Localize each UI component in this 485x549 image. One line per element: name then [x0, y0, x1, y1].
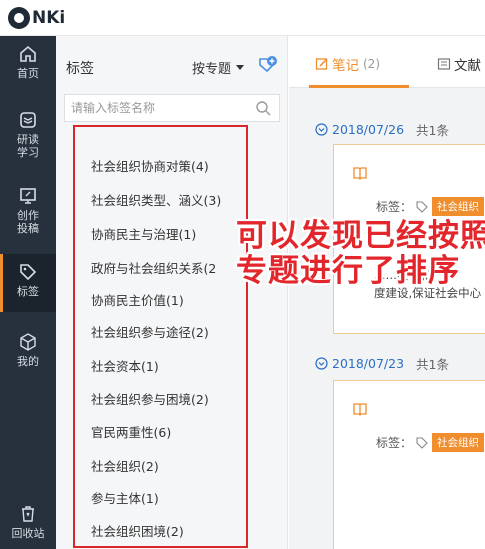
content-tabs: 笔记 (2) 文献: [289, 36, 485, 88]
date-count: 共1条: [416, 123, 449, 138]
nav-item-trash[interactable]: 回收站: [0, 504, 56, 548]
tag-list-item[interactable]: 政府与社会组织关系(2: [91, 258, 216, 277]
top-bar: NKi: [0, 0, 485, 36]
book-icon: [353, 167, 367, 180]
tag-list-item[interactable]: 社会资本(1): [91, 356, 159, 375]
date-label: 2018/07/23: [332, 356, 405, 371]
cnki-logo[interactable]: NKi: [8, 5, 65, 31]
tag-list-item[interactable]: 协商民主与治理(1): [91, 224, 196, 243]
nav-item-mine[interactable]: 我的: [0, 332, 56, 380]
note-edit-icon: [315, 58, 328, 70]
nav-label-create-1: 创作: [17, 209, 39, 222]
trash-icon: [22, 506, 34, 522]
tag-list-item[interactable]: 社会组织参与途径(2): [91, 322, 209, 341]
note-tag-chip[interactable]: 社会组织: [432, 433, 485, 452]
tag-list-item[interactable]: 官民两重性(6): [91, 422, 171, 441]
tag-list-item[interactable]: 协商民主价值(1): [91, 290, 184, 309]
monitor-icon: [20, 188, 36, 204]
nav-label-study-1: 研读: [17, 133, 39, 146]
annotation-text-line-2: 专题进行了排序: [236, 253, 460, 289]
search-icon[interactable]: [255, 100, 271, 116]
tag-icon: [20, 264, 37, 281]
tag-search-input[interactable]: [65, 95, 245, 121]
tag-list-item[interactable]: 社会组织参与困境(2): [91, 389, 209, 408]
note-card[interactable]: 标签： 社会组织: [333, 380, 485, 549]
nav-item-home[interactable]: 首页: [0, 44, 56, 94]
nav-label-mine: 我的: [17, 355, 39, 368]
date-label: 2018/07/26: [332, 122, 405, 137]
tag-list-item[interactable]: 社会组织协商对策(4): [91, 156, 209, 175]
tab-notes-label: 笔记: [332, 58, 359, 74]
tab-notes-count: (2): [363, 57, 380, 71]
tag-icon: [416, 436, 428, 449]
nav-label-home: 首页: [17, 67, 39, 80]
tag-list-item[interactable]: 社会组织困境(2): [91, 521, 184, 540]
sort-dropdown[interactable]: 按专题: [192, 58, 245, 77]
cube-icon: [20, 333, 36, 351]
nav-item-create[interactable]: 创作 投稿: [0, 186, 56, 246]
tag-list-item[interactable]: 社会组织(2): [91, 456, 159, 475]
nav-label-trash: 回收站: [11, 527, 45, 540]
nav-label-study-2: 学习: [17, 146, 39, 159]
layers-icon: [20, 112, 36, 128]
tag-list-item[interactable]: 参与主体(1): [91, 488, 159, 507]
date-group-header[interactable]: 2018/07/26 共1条: [315, 120, 449, 139]
collapse-circle-icon: [315, 357, 328, 370]
date-group-header[interactable]: 2018/07/23 共1条: [315, 354, 449, 373]
tag-panel: 标签 按专题 社会组织协商对策(4) 社会组织类型、涵义(3) 协商民主与治理(…: [56, 36, 288, 549]
logo-text: NKi: [32, 8, 66, 28]
home-icon: [20, 45, 36, 62]
note-tag-row: 标签： 社会组织: [376, 433, 485, 452]
add-tag-icon[interactable]: [256, 54, 278, 76]
document-icon: [437, 58, 451, 70]
tag-panel-title: 标签: [66, 61, 94, 77]
tag-search-box: [64, 94, 280, 122]
nav-label-create-2: 投稿: [17, 222, 39, 235]
nav-item-study[interactable]: 研读 学习: [0, 110, 56, 170]
active-tab-underline: [309, 85, 409, 88]
tag-list-item[interactable]: 社会组织类型、涵义(3): [91, 190, 221, 209]
chevron-down-icon: [236, 65, 245, 70]
main-content: 笔记 (2) 文献 2018/07/26 共1条 标签： 社会组织 ……实性和 …: [289, 36, 485, 549]
tab-docs-label: 文献: [454, 58, 481, 74]
collapse-circle-icon: [315, 123, 328, 136]
date-count: 共1条: [416, 357, 449, 372]
nav-item-tags[interactable]: 标签: [0, 254, 56, 312]
note-tag-prefix: 标签：: [376, 436, 413, 450]
tab-notes[interactable]: 笔记 (2): [315, 54, 380, 74]
tab-docs[interactable]: 文献: [437, 54, 481, 74]
book-icon: [353, 403, 367, 416]
left-nav: 首页 研读 学习 创作 投稿 标签 我的 回收站: [0, 36, 56, 549]
nav-label-tags: 标签: [17, 285, 39, 298]
logo-mark-icon: [8, 7, 30, 29]
nav-active-indicator: [0, 254, 3, 312]
sort-dropdown-label: 按专题: [192, 62, 232, 77]
